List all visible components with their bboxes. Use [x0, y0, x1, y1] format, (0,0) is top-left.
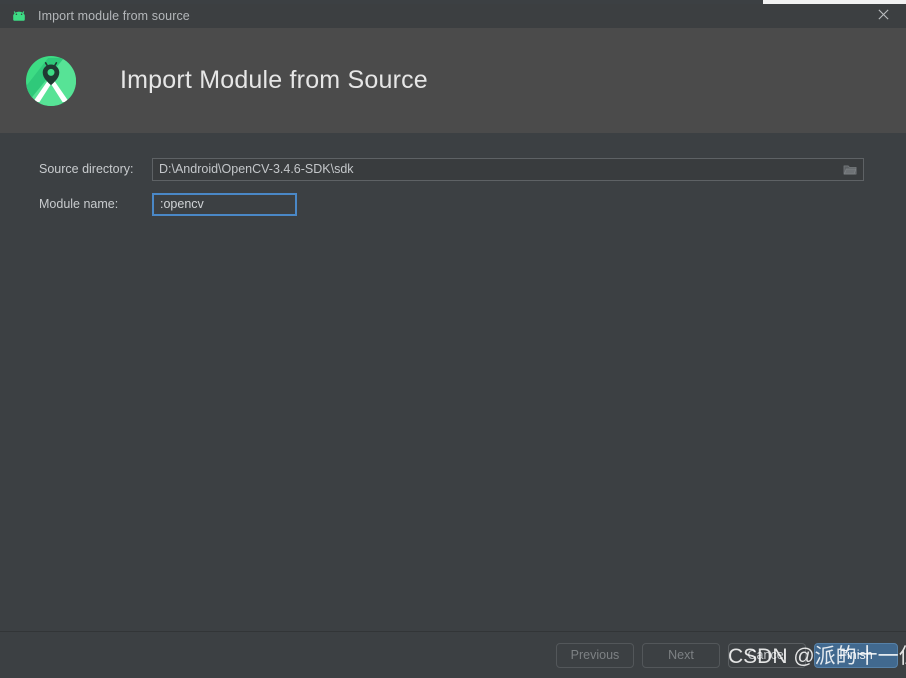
- close-icon[interactable]: [860, 0, 906, 28]
- source-directory-value: D:\Android\OpenCV-3.4.6-SDK\sdk: [159, 162, 354, 176]
- source-directory-label: Source directory:: [39, 162, 134, 176]
- module-name-value: :opencv: [160, 197, 204, 211]
- module-name-input[interactable]: :opencv: [152, 192, 297, 216]
- android-studio-logo-icon: [24, 54, 78, 108]
- source-directory-input[interactable]: D:\Android\OpenCV-3.4.6-SDK\sdk: [152, 157, 864, 181]
- dialog-button-bar: Previous Next Cancel Finish: [0, 631, 906, 678]
- next-button[interactable]: Next: [642, 642, 720, 668]
- window-title: Import module from source: [38, 9, 190, 23]
- import-module-dialog: Import module from source Import Module …: [0, 0, 906, 678]
- source-directory-row: Source directory: D:\Android\OpenCV-3.4.…: [39, 157, 864, 181]
- page-title: Import Module from Source: [120, 66, 428, 94]
- window-titlebar: Import module from source: [0, 4, 906, 28]
- cancel-button[interactable]: Cancel: [728, 642, 806, 668]
- android-robot-icon: [10, 7, 28, 25]
- finish-button[interactable]: Finish: [814, 642, 898, 668]
- module-name-label: Module name:: [39, 197, 119, 211]
- previous-button[interactable]: Previous: [556, 642, 634, 668]
- module-name-row: Module name: :opencv: [39, 192, 297, 216]
- dialog-header: Import Module from Source: [0, 28, 906, 133]
- folder-browse-icon[interactable]: [841, 161, 859, 177]
